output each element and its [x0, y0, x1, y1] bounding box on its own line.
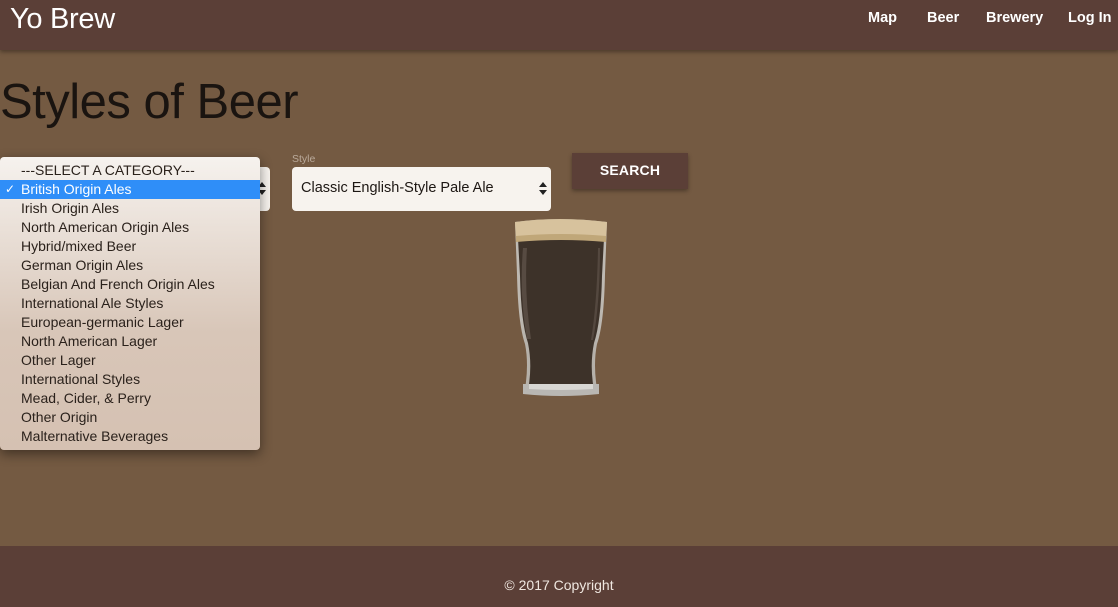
- dropdown-option[interactable]: Hybrid/mixed Beer: [0, 237, 260, 256]
- nav-link-login[interactable]: Log In: [1068, 10, 1112, 26]
- pint-glass-icon: [505, 214, 617, 399]
- dropdown-option[interactable]: International Styles: [0, 370, 260, 389]
- check-icon: ✓: [5, 182, 16, 196]
- dropdown-option[interactable]: ---SELECT A CATEGORY---: [0, 161, 260, 180]
- nav-link-brewery[interactable]: Brewery: [986, 10, 1043, 26]
- nav-link-map[interactable]: Map: [868, 10, 897, 26]
- search-button[interactable]: SEARCH: [572, 153, 688, 189]
- style-label: Style: [292, 153, 316, 165]
- dropdown-option[interactable]: Belgian And French Origin Ales: [0, 275, 260, 294]
- dropdown-option[interactable]: Mead, Cider, & Perry: [0, 389, 260, 408]
- nav-link-beer[interactable]: Beer: [927, 10, 959, 26]
- dropdown-option[interactable]: Other Lager: [0, 351, 260, 370]
- navbar: Yo Brew Map Beer Brewery Log In: [0, 0, 1118, 50]
- dropdown-option[interactable]: Other Origin: [0, 408, 260, 427]
- page-title: Styles of Beer: [0, 75, 299, 129]
- brand-logo[interactable]: Yo Brew: [10, 3, 115, 36]
- style-select[interactable]: Classic English-Style Pale Ale: [292, 167, 551, 211]
- dropdown-option[interactable]: European-germanic Lager: [0, 313, 260, 332]
- dropdown-option[interactable]: North American Lager: [0, 332, 260, 351]
- footer: © 2017 Copyright: [0, 546, 1118, 607]
- dropdown-option[interactable]: German Origin Ales: [0, 256, 260, 275]
- select-arrows-icon: [539, 181, 547, 197]
- dropdown-option-selected[interactable]: ✓ British Origin Ales: [0, 180, 260, 199]
- dropdown-option[interactable]: Malternative Beverages: [0, 427, 260, 446]
- dropdown-option[interactable]: International Ale Styles: [0, 294, 260, 313]
- dropdown-option[interactable]: North American Origin Ales: [0, 218, 260, 237]
- category-dropdown-menu[interactable]: ---SELECT A CATEGORY--- ✓ British Origin …: [0, 157, 260, 450]
- dropdown-option[interactable]: Irish Origin Ales: [0, 199, 260, 218]
- style-select-value: Classic English-Style Pale Ale: [301, 180, 494, 196]
- copyright-text: © 2017 Copyright: [504, 577, 614, 593]
